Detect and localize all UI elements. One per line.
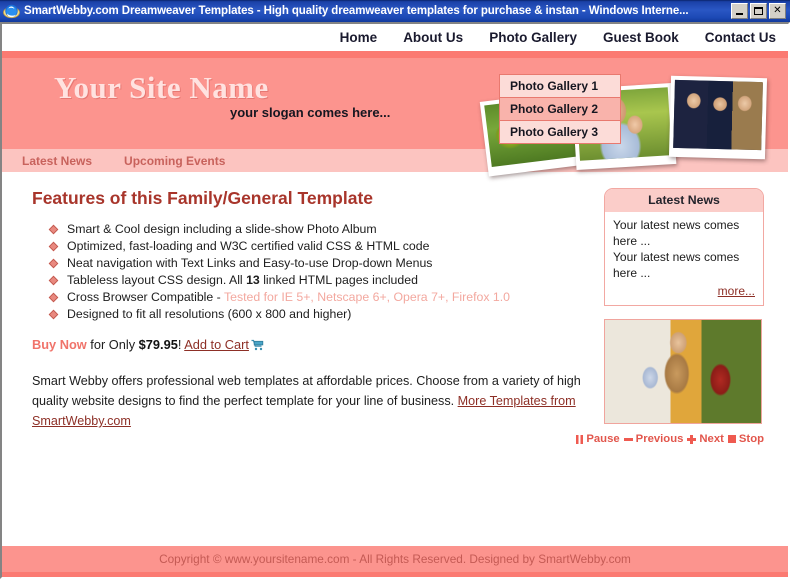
- price-value: $79.95: [138, 337, 178, 352]
- feature-browser-support: Tested for IE 5+, Netscape 6+, Opera 7+,…: [223, 290, 511, 304]
- nav-item-contact-us[interactable]: Contact Us: [705, 30, 776, 45]
- footer-bottom-stripe: [2, 572, 788, 577]
- nav-item-guest-book[interactable]: Guest Book: [603, 30, 679, 45]
- site-slogan: your slogan comes here...: [230, 105, 391, 120]
- list-item: Cross Browser Compatible - Tested for IE…: [48, 289, 592, 306]
- feature-text-pre: Cross Browser Compatible -: [67, 290, 224, 304]
- window-controls: ✕: [731, 3, 788, 19]
- stop-label: Stop: [738, 433, 764, 445]
- pause-icon: [576, 434, 584, 444]
- nav-item-photo-gallery[interactable]: Photo Gallery: [489, 30, 577, 45]
- slideshow-controls: Pause Previous Next Stop: [576, 433, 764, 445]
- news-item-1: Your latest news comes here ...: [613, 218, 740, 248]
- dropdown-item-photo-gallery-2[interactable]: Photo Gallery 2: [500, 98, 620, 121]
- collage-photo-3: [668, 75, 768, 160]
- next-label: Next: [699, 433, 724, 445]
- list-item: Neat navigation with Text Links and Easy…: [48, 255, 592, 272]
- subnav-item-latest-news[interactable]: Latest News: [22, 154, 92, 168]
- secondary-navigation: Latest News Upcoming Events: [2, 149, 788, 172]
- photo-gallery-dropdown-menu: Photo Gallery 1 Photo Gallery 2 Photo Ga…: [499, 74, 621, 144]
- site-footer: Copyright © www.yoursitename.com - All R…: [2, 546, 788, 577]
- sidebar: Latest News Your latest news comes here …: [576, 188, 764, 546]
- window-titlebar: SmartWebby.com Dreamweaver Templates - H…: [0, 0, 790, 22]
- previous-label: Previous: [635, 433, 684, 445]
- next-icon: [687, 434, 697, 444]
- internet-explorer-icon: [3, 3, 20, 20]
- dropdown-item-photo-gallery-3[interactable]: Photo Gallery 3: [500, 121, 620, 143]
- header-banner: Your Site Name your slogan comes here...: [2, 58, 788, 177]
- header-top-stripe: [2, 51, 788, 58]
- list-item: Tableless layout CSS design. All 13 link…: [48, 272, 592, 289]
- nav-item-home[interactable]: Home: [340, 30, 378, 45]
- list-item: Designed to fit all resolutions (600 x 8…: [48, 306, 592, 323]
- page-title: Features of this Family/General Template: [32, 188, 374, 208]
- web-page: Home About Us Photo Gallery Guest Book C…: [2, 24, 788, 577]
- page-content: Features of this Family/General Template…: [2, 172, 788, 546]
- slideshow-stop-button[interactable]: Stop: [727, 433, 764, 445]
- minimize-button[interactable]: [731, 3, 748, 19]
- maximize-button[interactable]: [750, 3, 767, 19]
- buy-now-label: Buy Now: [32, 337, 87, 352]
- diamond-bullet-icon: [48, 309, 59, 320]
- feature-text-pre: Tableless layout CSS design. All: [67, 273, 247, 287]
- slideshow-previous-button[interactable]: Previous: [623, 433, 684, 445]
- feature-text: Neat navigation with Text Links and Easy…: [67, 256, 433, 270]
- dropdown-item-photo-gallery-1[interactable]: Photo Gallery 1: [500, 75, 620, 98]
- footer-copyright: Copyright © www.yoursitename.com - All R…: [2, 546, 788, 572]
- list-item: Smart & Cool design including a slide-sh…: [48, 221, 592, 238]
- feature-text: Designed to fit all resolutions (600 x 8…: [67, 307, 352, 321]
- close-button[interactable]: ✕: [769, 3, 786, 19]
- feature-page-count: 13: [246, 273, 260, 287]
- features-list: Smart & Cool design including a slide-sh…: [48, 221, 592, 323]
- browser-viewport: Home About Us Photo Gallery Guest Book C…: [0, 22, 790, 579]
- close-icon: ✕: [773, 5, 782, 16]
- feature-text: Smart & Cool design including a slide-sh…: [67, 222, 377, 236]
- nav-item-about-us[interactable]: About Us: [403, 30, 463, 45]
- news-item-2: Your latest news comes here ...: [613, 250, 740, 280]
- news-more-link[interactable]: more...: [613, 283, 755, 299]
- shopping-cart-icon[interactable]: [251, 339, 264, 354]
- feature-text-post: linked HTML pages included: [259, 273, 418, 287]
- latest-news-title: Latest News: [605, 189, 763, 212]
- subnav-item-upcoming-events[interactable]: Upcoming Events: [124, 154, 225, 168]
- diamond-bullet-icon: [48, 292, 59, 303]
- add-to-cart-link[interactable]: Add to Cart: [184, 337, 249, 352]
- slideshow-next-button[interactable]: Next: [687, 433, 724, 445]
- stop-icon: [727, 435, 736, 443]
- diamond-bullet-icon: [48, 275, 59, 286]
- window-title: SmartWebby.com Dreamweaver Templates - H…: [24, 5, 689, 17]
- previous-icon: [623, 437, 633, 441]
- primary-navigation: Home About Us Photo Gallery Guest Book C…: [2, 24, 788, 51]
- list-item: Optimized, fast-loading and W3C certifie…: [48, 238, 592, 255]
- diamond-bullet-icon: [48, 241, 59, 252]
- purchase-line: Buy Now for Only $79.95! Add to Cart: [32, 337, 592, 354]
- latest-news-body: Your latest news comes here ... Your lat…: [605, 212, 763, 305]
- diamond-bullet-icon: [48, 258, 59, 269]
- photo-autumn-shopping: [605, 320, 761, 423]
- browser-window: SmartWebby.com Dreamweaver Templates - H…: [0, 0, 790, 579]
- latest-news-panel: Latest News Your latest news comes here …: [604, 188, 764, 306]
- pause-label: Pause: [586, 433, 620, 445]
- intro-paragraph: Smart Webby offers professional web temp…: [32, 371, 584, 431]
- photo-graduation: [673, 79, 763, 151]
- site-name: Your Site Name: [54, 70, 269, 105]
- diamond-bullet-icon: [48, 224, 59, 235]
- site-header: Your Site Name your slogan comes here...: [2, 51, 788, 177]
- main-column: Features of this Family/General Template…: [32, 188, 592, 546]
- slideshow-photo: [604, 319, 762, 424]
- slideshow-pause-button[interactable]: Pause: [576, 433, 620, 445]
- feature-text: Optimized, fast-loading and W3C certifie…: [67, 239, 430, 253]
- for-only-label: for Only: [86, 337, 139, 352]
